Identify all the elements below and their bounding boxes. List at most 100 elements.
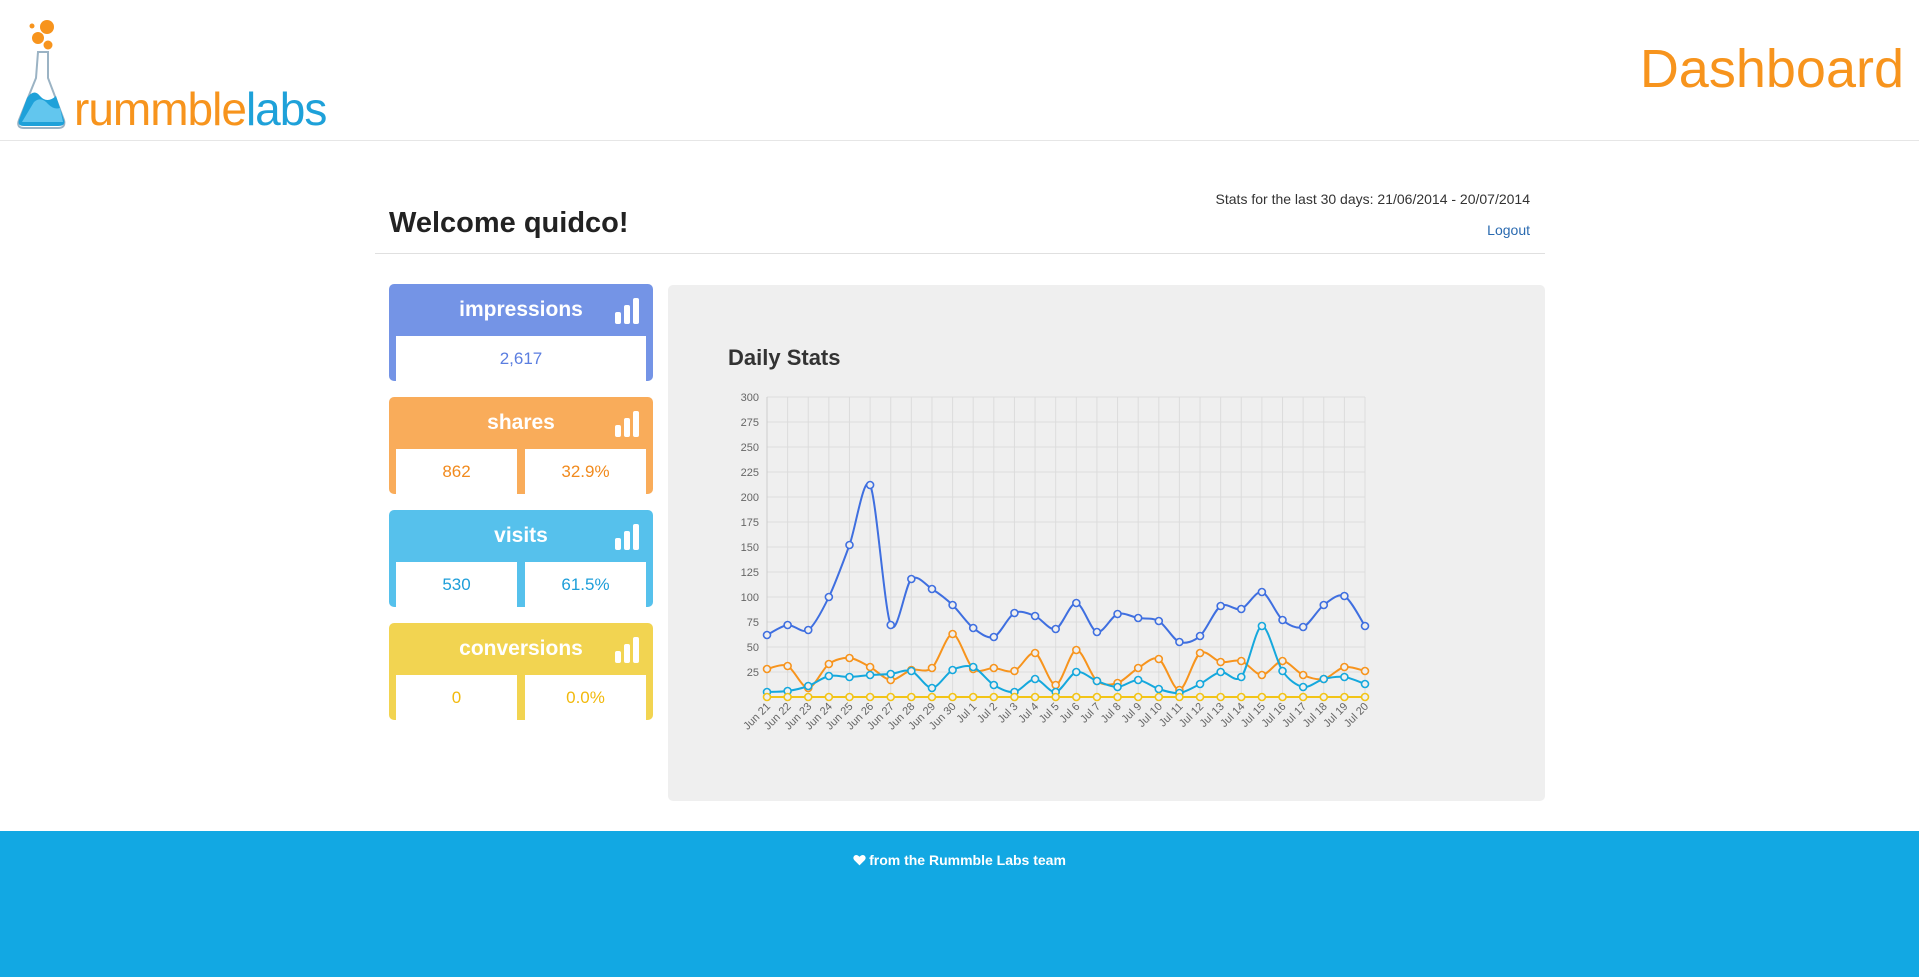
data-point: [1051, 680, 1060, 690]
y-tick-label: 75: [747, 617, 759, 629]
data-point: [1030, 692, 1040, 702]
data-point: [1340, 692, 1349, 702]
data-point: [886, 692, 896, 702]
card-title: visits: [494, 524, 548, 547]
data-point: [1133, 692, 1143, 702]
data-point: [989, 663, 999, 673]
welcome-heading: Welcome quidco!: [389, 207, 629, 239]
data-point: [1216, 601, 1225, 611]
data-point: [1072, 598, 1081, 608]
y-tick-label: 100: [741, 592, 759, 604]
data-point: [968, 662, 978, 672]
data-point: [907, 574, 916, 584]
card-value: 0: [396, 675, 517, 720]
rummblelabs-logo[interactable]: rummblelabs: [14, 18, 334, 135]
data-point: [1195, 692, 1205, 702]
footer-text: from the Rummble Labs team: [869, 852, 1066, 868]
card-percent: 61.5%: [525, 562, 646, 607]
data-point: [783, 620, 792, 630]
data-point: [762, 630, 772, 640]
data-point: [1092, 692, 1102, 702]
logout-link[interactable]: Logout: [1487, 222, 1530, 238]
data-point: [1236, 692, 1246, 702]
heart-icon: [853, 855, 866, 866]
chart-title: Daily Stats: [728, 345, 841, 370]
card-shares[interactable]: shares 862 32.9%: [389, 397, 653, 494]
data-point: [803, 625, 813, 635]
y-tick-label: 125: [741, 567, 759, 579]
data-point: [1319, 692, 1329, 702]
y-tick-label: 200: [741, 492, 759, 504]
data-point: [1092, 676, 1102, 686]
data-point: [1175, 637, 1184, 647]
bar-chart-icon: [615, 411, 639, 437]
data-point: [948, 629, 957, 639]
data-point: [1133, 613, 1143, 623]
logo-text: rummblelabs: [74, 82, 327, 136]
data-point: [1236, 672, 1246, 682]
card-value: 862: [396, 449, 517, 494]
data-point: [1051, 692, 1060, 702]
data-point: [1051, 624, 1060, 634]
x-tick-label: Jul 2: [975, 701, 1000, 726]
data-point: [1154, 654, 1164, 664]
stats-date-range: Stats for the last 30 days: 21/06/2014 -…: [1215, 191, 1530, 207]
footer-text-wrap: from the Rummble Labs team: [0, 852, 1919, 868]
chart-panel: Daily Stats 25 50 75 100 125 150 175 200 225 250 27…: [668, 285, 1545, 801]
bar-chart-icon: [615, 637, 639, 663]
data-point: [1257, 621, 1267, 631]
data-point: [1298, 622, 1308, 632]
divider: [375, 253, 1545, 254]
data-point: [1360, 666, 1370, 676]
data-point: [1154, 684, 1164, 694]
data-point: [1319, 674, 1329, 684]
data-point: [968, 692, 978, 702]
card-conversions[interactable]: conversions 0 0.0%: [389, 623, 653, 720]
data-point: [1195, 679, 1205, 689]
data-point: [1133, 675, 1143, 685]
data-point: [1195, 631, 1205, 641]
data-point: [824, 659, 834, 669]
card-percent: 32.9%: [525, 449, 646, 494]
data-point: [1010, 692, 1019, 702]
stat-cards: impressions 2,617 shares 862 32.9% visit…: [389, 284, 653, 736]
data-point: [989, 692, 999, 702]
data-point: [845, 672, 854, 682]
data-point: [1298, 682, 1308, 692]
card-value: 530: [396, 562, 517, 607]
data-point: [824, 671, 834, 681]
data-point: [1113, 682, 1122, 692]
data-point: [1216, 692, 1225, 702]
data-point: [1154, 616, 1164, 626]
data-point: [1257, 692, 1267, 702]
data-point: [886, 669, 896, 679]
y-tick-label: 225: [741, 467, 759, 479]
card-visits[interactable]: visits 530 61.5%: [389, 510, 653, 607]
data-point: [1030, 648, 1040, 658]
data-point: [865, 662, 875, 672]
data-point: [1216, 667, 1225, 677]
x-tick-label: Jul 6: [1058, 701, 1083, 726]
card-percent: 0.0%: [525, 675, 646, 720]
data-point: [1340, 672, 1349, 682]
data-point: [1340, 591, 1349, 601]
data-point: [968, 623, 978, 633]
bar-chart-icon: [615, 524, 639, 550]
data-point: [1030, 674, 1040, 684]
data-point: [948, 692, 957, 702]
header: rummblelabs Dashboard: [0, 0, 1919, 141]
data-point: [803, 681, 813, 691]
x-tick-label: Jul 7: [1078, 701, 1103, 726]
y-tick-label: 275: [741, 417, 759, 429]
logo-text-rummble: rummble: [74, 83, 247, 135]
x-tick-label: Jul 8: [1099, 701, 1124, 726]
logo-text-labs: labs: [245, 83, 327, 135]
data-point: [1154, 692, 1164, 702]
data-point: [1278, 615, 1287, 625]
card-impressions[interactable]: impressions 2,617: [389, 284, 653, 381]
data-point: [886, 620, 896, 630]
data-point: [1113, 609, 1122, 619]
data-point: [927, 692, 937, 702]
data-point: [1133, 663, 1143, 673]
data-point: [1216, 657, 1225, 667]
